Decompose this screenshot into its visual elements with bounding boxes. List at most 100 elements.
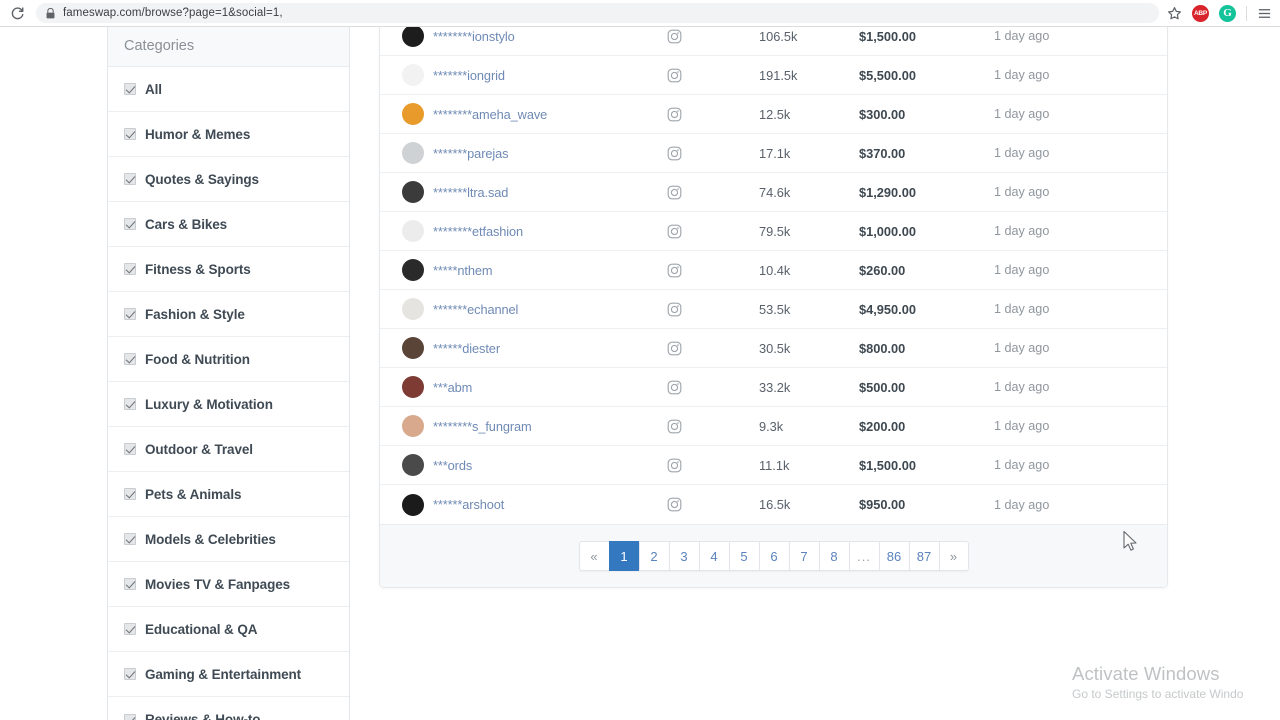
- price-cell: $5,500.00: [859, 67, 916, 83]
- account-username-link[interactable]: ******diester: [433, 341, 500, 356]
- category-checkbox[interactable]: [124, 218, 136, 230]
- pagination-page-7[interactable]: 7: [788, 541, 819, 571]
- pagination-page-87[interactable]: 87: [908, 541, 939, 571]
- price-cell: $1,000.00: [859, 223, 916, 239]
- account-username-link[interactable]: *******iongrid: [433, 68, 505, 83]
- platform-cell: [667, 458, 759, 473]
- pagination-page-1[interactable]: 1: [608, 541, 639, 571]
- category-checkbox[interactable]: [124, 578, 136, 590]
- pagination-page-5[interactable]: 5: [728, 541, 759, 571]
- table-row[interactable]: ********etfashion 79.5k $1,000.00 1 day ago: [380, 212, 1167, 251]
- account-username-link[interactable]: ******arshoot: [433, 497, 504, 512]
- account-cell: ********ionstylo: [402, 27, 667, 47]
- table-row[interactable]: ********ameha_wave 12.5k $300.00 1 day ago: [380, 95, 1167, 134]
- pagination-next[interactable]: »: [938, 541, 969, 571]
- category-checkbox[interactable]: [124, 398, 136, 410]
- table-row[interactable]: ******arshoot 16.5k $950.00 1 day ago: [380, 485, 1167, 524]
- sidebar-item-gaming-entertainment[interactable]: Gaming & Entertainment: [108, 652, 349, 697]
- sidebar-item-pets-animals[interactable]: Pets & Animals: [108, 472, 349, 517]
- table-row[interactable]: ***ords 11.1k $1,500.00 1 day ago: [380, 446, 1167, 485]
- account-username-link[interactable]: ********ameha_wave: [433, 107, 547, 122]
- sidebar-item-luxury-motivation[interactable]: Luxury & Motivation: [108, 382, 349, 427]
- followers-cell: 191.5k: [759, 67, 798, 83]
- sidebar-item-label: Humor & Memes: [145, 126, 251, 142]
- category-checkbox[interactable]: [124, 488, 136, 500]
- table-row[interactable]: *******ltra.sad 74.6k $1,290.00 1 day ago: [380, 173, 1167, 212]
- table-row[interactable]: ******diester 30.5k $800.00 1 day ago: [380, 329, 1167, 368]
- account-username-link[interactable]: *******parejas: [433, 146, 509, 161]
- sidebar-item-label: Gaming & Entertainment: [145, 666, 302, 682]
- sidebar-item-all[interactable]: All: [108, 67, 349, 112]
- followers-cell: 53.5k: [759, 301, 791, 317]
- table-row[interactable]: ********s_fungram 9.3k $200.00 1 day ago: [380, 407, 1167, 446]
- account-username-link[interactable]: *****nthem: [433, 263, 493, 278]
- instagram-icon: [667, 341, 682, 355]
- category-checkbox[interactable]: [124, 533, 136, 545]
- account-username-link[interactable]: ********etfashion: [433, 224, 523, 239]
- account-cell: ***ords: [402, 454, 667, 476]
- sidebar-item-fitness-sports[interactable]: Fitness & Sports: [108, 247, 349, 292]
- listed-date-cell: 1 day ago: [994, 341, 1050, 355]
- price-cell: $1,500.00: [859, 457, 916, 473]
- table-row[interactable]: *******parejas 17.1k $370.00 1 day ago: [380, 134, 1167, 173]
- account-username-link[interactable]: ********s_fungram: [433, 419, 532, 434]
- account-username-link[interactable]: *******echannel: [433, 302, 518, 317]
- sidebar-item-quotes-sayings[interactable]: Quotes & Sayings: [108, 157, 349, 202]
- instagram-icon: [667, 380, 682, 394]
- star-icon[interactable]: [1167, 6, 1182, 21]
- avatar: [402, 64, 424, 86]
- account-username-link[interactable]: ***ords: [433, 458, 472, 473]
- sidebar-item-food-nutrition[interactable]: Food & Nutrition: [108, 337, 349, 382]
- platform-cell: [667, 29, 759, 44]
- table-row[interactable]: ***abm 33.2k $500.00 1 day ago: [380, 368, 1167, 407]
- category-checkbox[interactable]: [124, 308, 136, 320]
- category-checkbox[interactable]: [124, 353, 136, 365]
- instagram-icon: [667, 458, 682, 472]
- sidebar-item-outdoor-travel[interactable]: Outdoor & Travel: [108, 427, 349, 472]
- table-row[interactable]: *****nthem 10.4k $260.00 1 day ago: [380, 251, 1167, 290]
- sidebar-item-label: Outdoor & Travel: [145, 441, 253, 457]
- sidebar-item-reviews-how-to[interactable]: Reviews & How-to: [108, 697, 349, 720]
- table-row[interactable]: *******iongrid 191.5k $5,500.00 1 day ago: [380, 56, 1167, 95]
- category-checkbox[interactable]: [124, 83, 136, 95]
- sidebar-item-cars-bikes[interactable]: Cars & Bikes: [108, 202, 349, 247]
- hamburger-menu-icon[interactable]: [1257, 6, 1272, 21]
- platform-cell: [667, 185, 759, 200]
- pagination-page-8[interactable]: 8: [818, 541, 849, 571]
- listed-date-cell: 1 day ago: [994, 29, 1050, 43]
- category-checkbox[interactable]: [124, 623, 136, 635]
- platform-cell: [667, 380, 759, 395]
- listings-card: ********ionstylo 106.5k $1,500.00 1 day ago…: [379, 27, 1168, 588]
- pagination-page-2[interactable]: 2: [638, 541, 669, 571]
- table-row[interactable]: *******echannel 53.5k $4,950.00 1 day ago: [380, 290, 1167, 329]
- sidebar-item-humor-memes[interactable]: Humor & Memes: [108, 112, 349, 157]
- sidebar-item-fashion-style[interactable]: Fashion & Style: [108, 292, 349, 337]
- account-username-link[interactable]: ***abm: [433, 380, 472, 395]
- pagination-page-4[interactable]: 4: [698, 541, 729, 571]
- sidebar-item-label: Educational & QA: [145, 621, 258, 637]
- account-username-link[interactable]: *******ltra.sad: [433, 185, 508, 200]
- category-checkbox[interactable]: [124, 443, 136, 455]
- category-checkbox[interactable]: [124, 173, 136, 185]
- pagination: «1 2 3 4 5 6 7 8... 86 87»: [578, 541, 969, 571]
- address-bar[interactable]: fameswap.com/browse?page=1&social=1,: [36, 3, 1159, 23]
- pagination-page-3[interactable]: 3: [668, 541, 699, 571]
- category-checkbox[interactable]: [124, 128, 136, 140]
- pagination-prev[interactable]: «: [578, 541, 609, 571]
- sidebar-item-movies-tv-fanpages[interactable]: Movies TV & Fanpages: [108, 562, 349, 607]
- category-checkbox[interactable]: [124, 263, 136, 275]
- category-checkbox[interactable]: [124, 668, 136, 680]
- adblock-plus-extension-icon[interactable]: ABP: [1192, 4, 1209, 22]
- pagination-page-6[interactable]: 6: [758, 541, 789, 571]
- price-cell: $200.00: [859, 418, 906, 434]
- pagination-page-86[interactable]: 86: [878, 541, 909, 571]
- price-cell: $500.00: [859, 379, 906, 395]
- sidebar-item-models-celebrities[interactable]: Models & Celebrities: [108, 517, 349, 562]
- account-username-link[interactable]: ********ionstylo: [433, 29, 515, 44]
- grammarly-extension-icon[interactable]: G: [1219, 4, 1236, 22]
- sidebar-item-educational-qa[interactable]: Educational & QA: [108, 607, 349, 652]
- category-checkbox[interactable]: [124, 713, 136, 720]
- reload-icon[interactable]: [4, 0, 30, 26]
- avatar: [402, 259, 424, 281]
- table-row[interactable]: ********ionstylo 106.5k $1,500.00 1 day ago: [380, 27, 1167, 56]
